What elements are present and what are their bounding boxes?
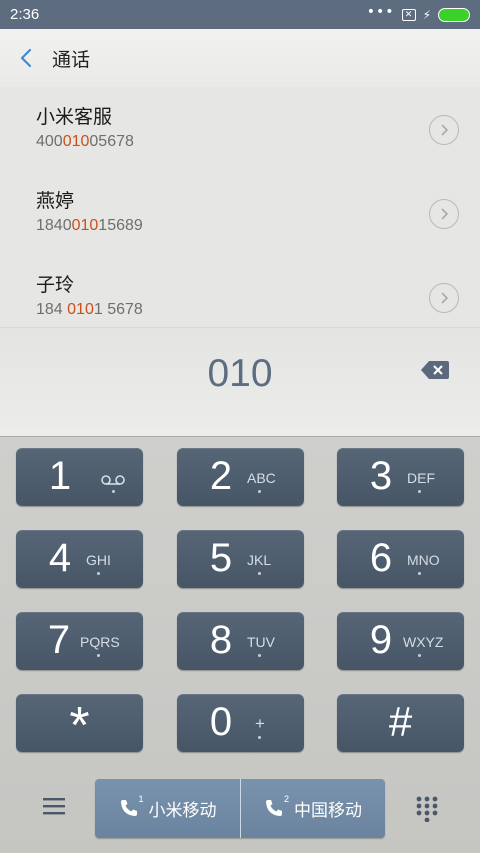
phone-icon: 2 — [264, 794, 289, 820]
list-item[interactable]: 燕婷 184001015689 — [0, 171, 480, 255]
key-2[interactable]: 2 ABC — [177, 448, 304, 506]
sim2-label: 中国移动 — [294, 801, 362, 821]
status-icons: ••• ✕ ⚡ — [366, 3, 470, 22]
phone-icon: 1 — [119, 794, 144, 820]
menu-icon[interactable] — [43, 797, 65, 819]
contact-list: 小米客服 40001005678 燕婷 184001015689 子玲 184 … — [0, 87, 480, 327]
key-3[interactable]: 3 DEF — [337, 448, 464, 506]
contact-number: 40001005678 — [36, 133, 134, 150]
key-0[interactable]: 0 + — [177, 694, 304, 752]
call-sim1-button[interactable]: 1 小米移动 — [95, 779, 240, 838]
key-5[interactable]: 5 JKL — [177, 530, 304, 588]
voicemail-icon — [100, 472, 126, 491]
notification-dots-icon: ••• — [366, 3, 395, 20]
list-item[interactable]: 小米客服 40001005678 — [0, 87, 480, 171]
header: 通话 — [0, 29, 480, 87]
chevron-right-icon[interactable] — [429, 283, 459, 313]
chevron-right-icon[interactable] — [429, 199, 459, 229]
dialpad-grid-icon[interactable] — [416, 796, 438, 826]
no-sim-icon: ✕ — [401, 8, 416, 21]
status-time: 2:36 — [10, 6, 40, 23]
back-icon[interactable] — [20, 48, 40, 68]
page-title: 通话 — [52, 48, 91, 71]
dialed-number: 010 — [207, 352, 273, 395]
contact-number: 184 0101 5678 — [36, 301, 143, 318]
key-6[interactable]: 6 MNO — [337, 530, 464, 588]
charging-icon: ⚡ — [422, 7, 431, 22]
contact-number: 184001015689 — [36, 217, 143, 234]
call-sim2-button[interactable]: 2 中国移动 — [240, 779, 385, 838]
contact-name: 子玲 — [36, 274, 75, 296]
battery-icon — [438, 7, 470, 22]
chevron-right-icon[interactable] — [429, 115, 459, 145]
key-9[interactable]: 9 WXYZ — [337, 612, 464, 670]
key-hash[interactable]: # — [337, 694, 464, 752]
sim-call-buttons: 1 小米移动 2 中国移动 — [95, 779, 385, 838]
dial-display: 010 — [0, 327, 480, 436]
key-star[interactable]: * — [16, 694, 143, 752]
key-7[interactable]: 7 PQRS — [16, 612, 143, 670]
sim1-label: 小米移动 — [148, 801, 217, 821]
key-4[interactable]: 4 GHI — [16, 530, 143, 588]
status-bar: 2:36 ••• ✕ ⚡ — [0, 0, 480, 29]
backspace-icon[interactable] — [420, 359, 450, 385]
key-1[interactable]: 1 — [16, 448, 143, 506]
contact-name: 小米客服 — [36, 106, 113, 128]
contact-name: 燕婷 — [36, 190, 75, 212]
key-8[interactable]: 8 TUV — [177, 612, 304, 670]
